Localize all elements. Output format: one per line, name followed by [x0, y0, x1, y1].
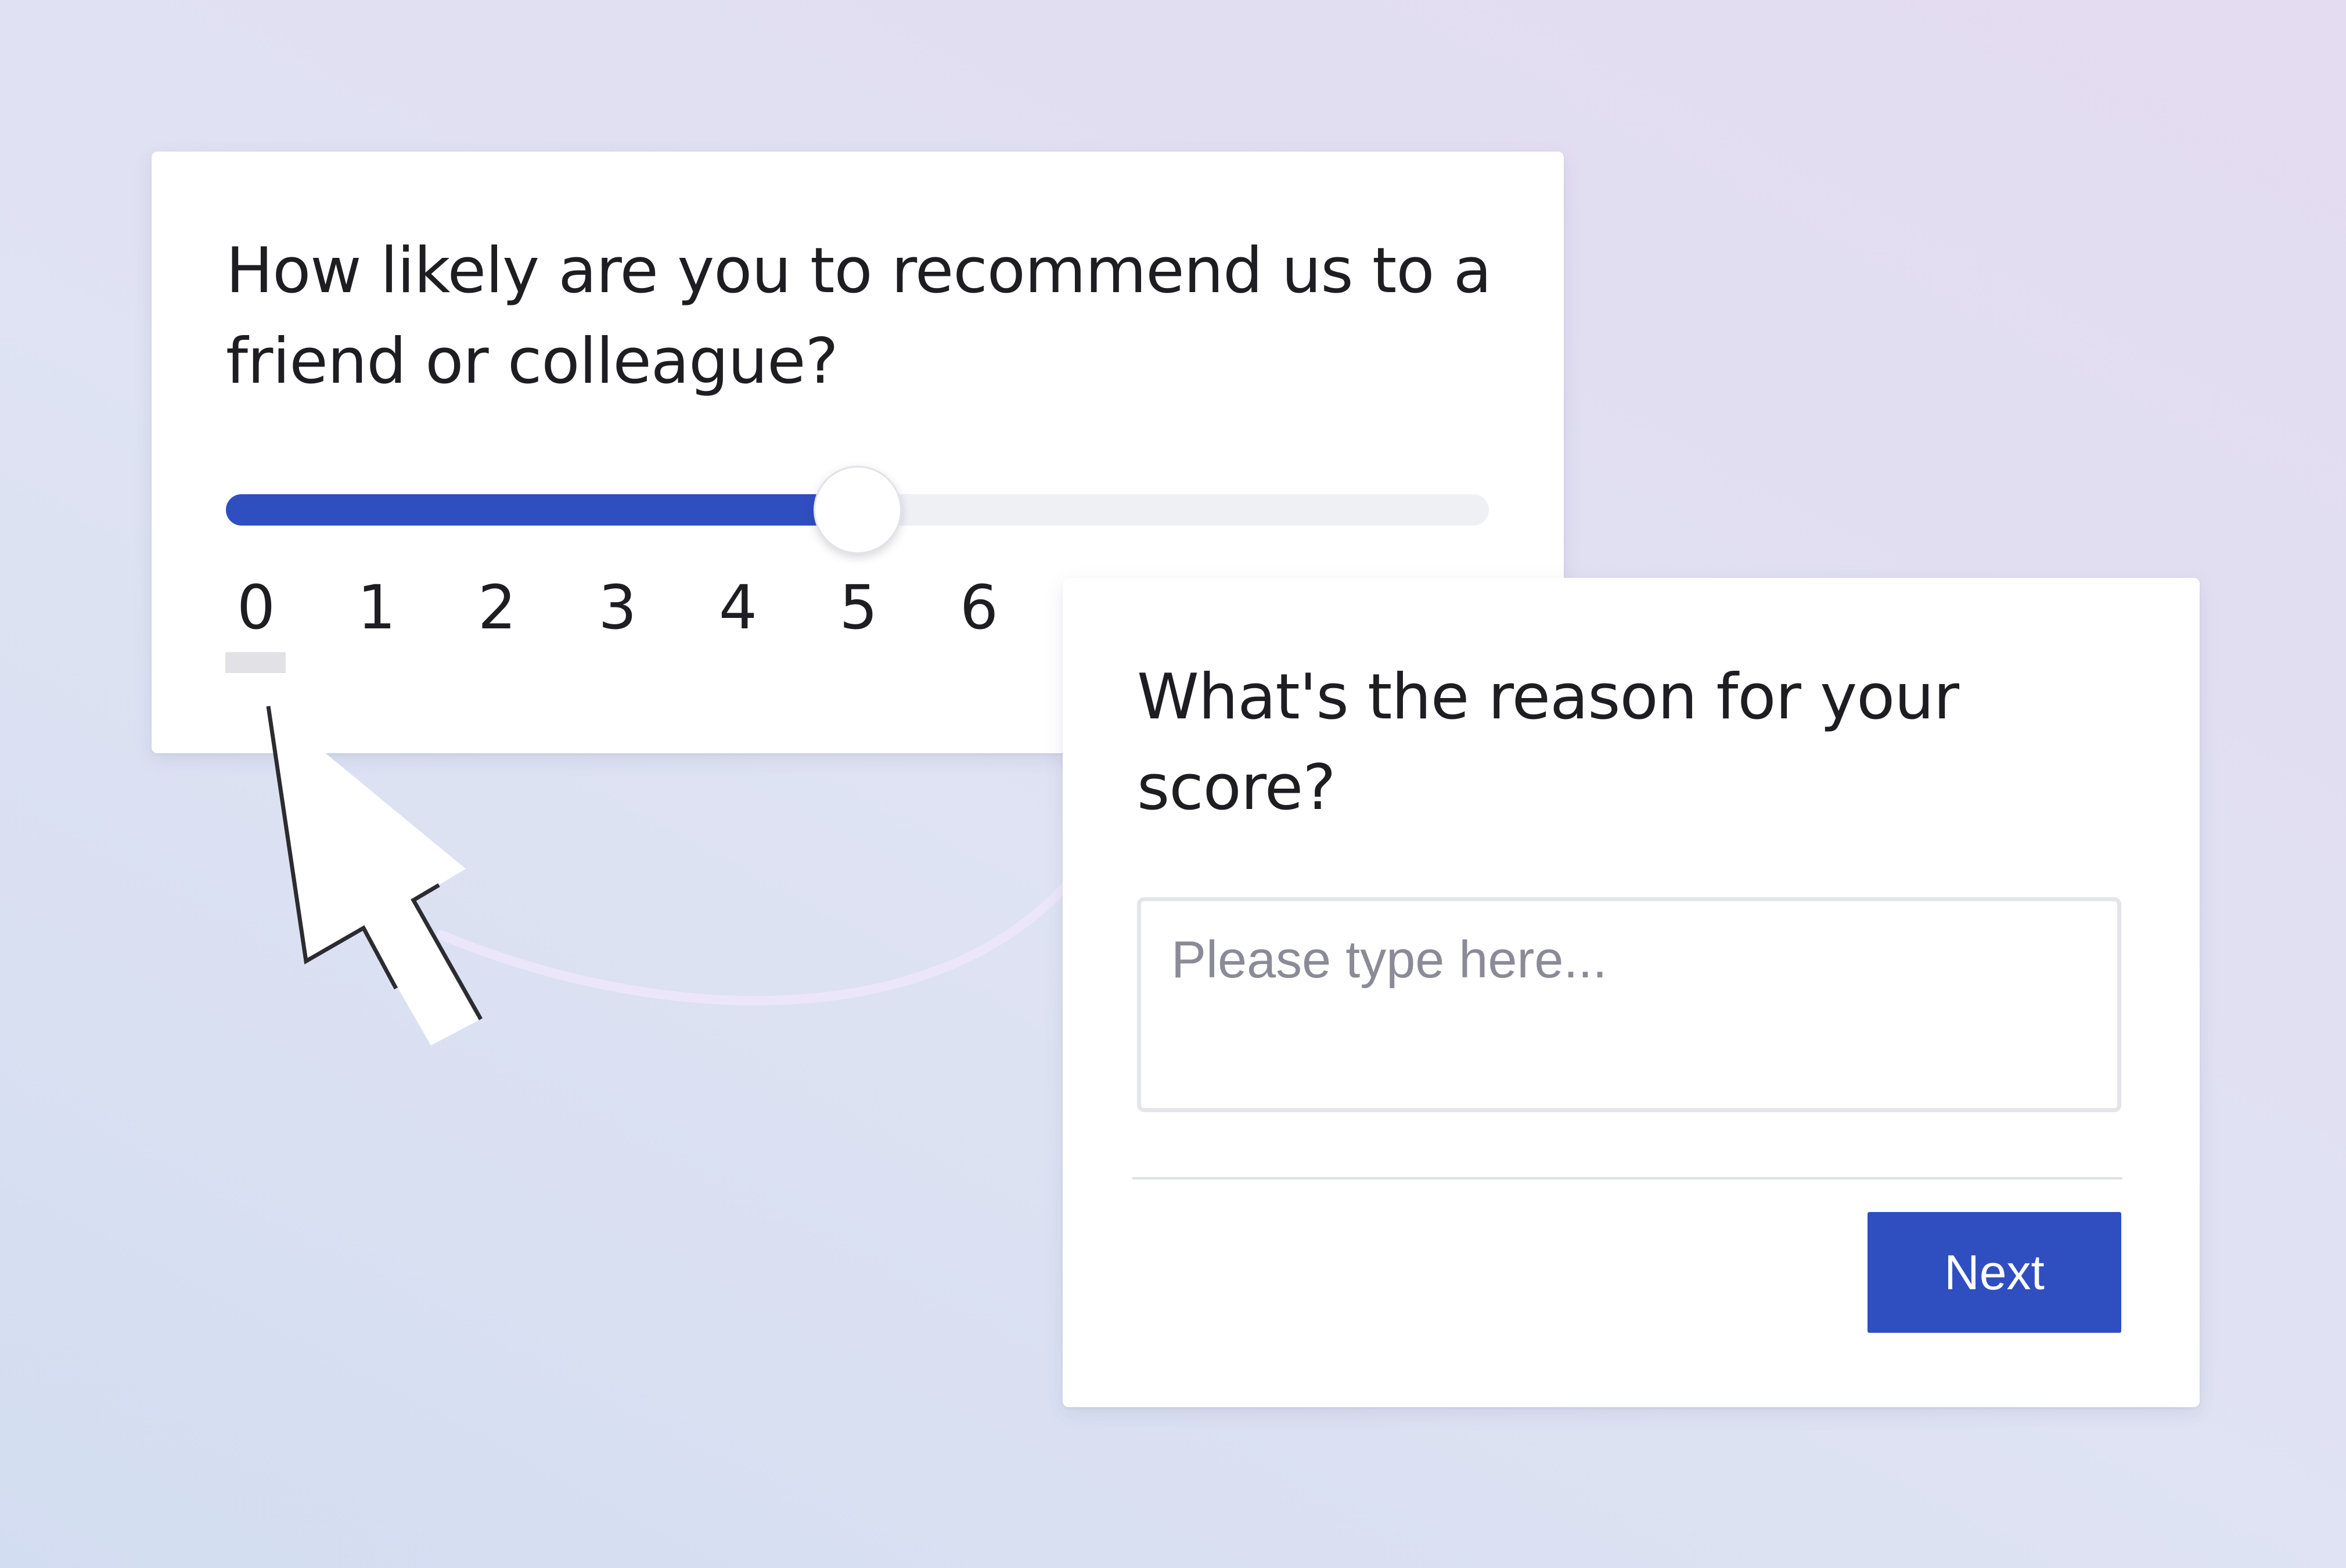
mouse-pointer-cursor-icon — [266, 706, 483, 1045]
